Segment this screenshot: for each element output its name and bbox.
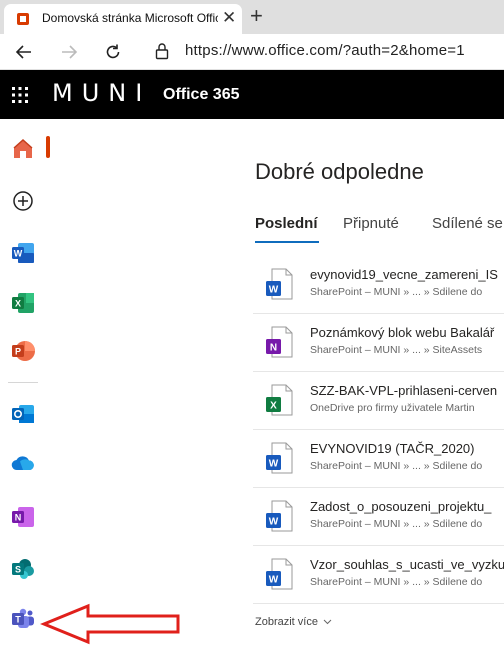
app-launcher-icon[interactable] — [11, 86, 29, 104]
svg-text:T: T — [15, 615, 21, 625]
file-row[interactable]: W EVYNOVID19 (TAČR_2020) SharePoint – MU… — [253, 430, 504, 488]
onenote-icon: N — [12, 507, 34, 527]
tab-title: Domovská stránka Microsoft Office — [42, 11, 218, 25]
file-location: SharePoint – MUNI » ... » Sdilene do — [310, 286, 483, 298]
file-row[interactable]: X SZZ-BAK-VPL-prihlaseni-cerven OneDrive… — [253, 372, 504, 430]
teams-icon: T — [12, 608, 34, 628]
sharepoint-icon: S — [12, 559, 34, 579]
app-title[interactable]: Office 365 — [163, 86, 239, 104]
forward-arrow-icon — [62, 45, 78, 59]
powerpoint-icon: P — [12, 341, 35, 361]
file-name: Poznámkový blok webu Bakalář — [310, 325, 495, 340]
show-more-label: Zobrazit více — [255, 616, 318, 628]
excel-icon: X — [12, 293, 34, 313]
suite-header: MUNI Office 365 — [0, 70, 504, 119]
refresh-icon — [106, 44, 120, 59]
muni-logo[interactable]: MUNI — [52, 79, 151, 107]
svg-text:W: W — [269, 517, 279, 528]
word-file-icon: W — [266, 442, 293, 474]
rail-create[interactable] — [0, 181, 46, 221]
home-icon — [13, 138, 33, 158]
refresh-button[interactable] — [99, 38, 127, 66]
tab-shared[interactable]: Sdílené se — [432, 215, 503, 232]
file-name: EVYNOVID19 (TAČR_2020) — [310, 441, 475, 456]
svg-text:S: S — [15, 565, 21, 575]
rail-word[interactable]: W — [0, 233, 46, 273]
svg-text:N: N — [270, 343, 277, 354]
svg-text:W: W — [269, 285, 279, 296]
svg-text:P: P — [15, 347, 21, 357]
outlook-icon — [12, 405, 34, 423]
svg-text:X: X — [270, 401, 277, 412]
svg-text:W: W — [14, 249, 23, 259]
tab-recent[interactable]: Poslední — [255, 215, 318, 232]
rail-divider — [8, 382, 38, 383]
file-location: SharePoint – MUNI » ... » SiteAssets — [310, 344, 483, 356]
onedrive-icon — [11, 456, 34, 471]
file-location: OneDrive pro firmy uživatele Martin — [310, 402, 475, 414]
rail-home[interactable] — [0, 129, 46, 169]
browser-tab[interactable]: Domovská stránka Microsoft Office ✕ — [4, 4, 242, 34]
browser-tabstrip: Domovská stránka Microsoft Office ✕ + — [0, 0, 504, 34]
annotation-arrow-icon — [40, 603, 180, 645]
create-icon — [13, 191, 33, 211]
file-location: SharePoint – MUNI » ... » Sdilene do — [310, 576, 483, 588]
rail-outlook[interactable] — [0, 394, 46, 434]
excel-file-icon: X — [266, 384, 293, 416]
back-arrow-icon — [15, 45, 31, 59]
file-name: Vzor_souhlas_s_ucasti_ve_vyzku — [310, 557, 504, 572]
address-bar-row: https://www.office.com/?auth=2&home=1 — [0, 34, 504, 70]
active-tab-underline — [255, 241, 319, 243]
word-file-icon: W — [266, 500, 293, 532]
svg-text:N: N — [15, 513, 22, 523]
chevron-down-icon — [323, 619, 332, 625]
rail-onenote[interactable]: N — [0, 497, 46, 537]
back-button[interactable] — [10, 38, 38, 66]
app-rail: W X P N S T — [0, 119, 50, 650]
show-more-link[interactable]: Zobrazit více — [255, 616, 332, 628]
lock-icon[interactable] — [155, 42, 169, 60]
rail-excel[interactable]: X — [0, 283, 46, 323]
rail-sharepoint[interactable]: S — [0, 549, 46, 589]
file-location: SharePoint – MUNI » ... » Sdilene do — [310, 518, 483, 530]
word-icon: W — [12, 243, 34, 263]
word-file-icon: W — [266, 268, 293, 300]
forward-button[interactable] — [55, 38, 83, 66]
file-row[interactable]: W evynovid19_vecne_zamereni_IS SharePoin… — [253, 256, 504, 314]
file-row[interactable]: W Zadost_o_posouzeni_projektu_ SharePoin… — [253, 488, 504, 546]
file-list: W evynovid19_vecne_zamereni_IS SharePoin… — [253, 256, 504, 604]
office-favicon-icon — [17, 13, 29, 25]
onenote-file-icon: N — [266, 326, 293, 358]
word-file-icon: W — [266, 558, 293, 590]
tab-pinned[interactable]: Připnuté — [343, 215, 399, 232]
greeting-heading: Dobré odpoledne — [255, 159, 424, 184]
new-tab-button[interactable]: + — [250, 3, 263, 29]
active-indicator — [46, 136, 50, 158]
svg-text:W: W — [269, 575, 279, 586]
svg-text:W: W — [269, 459, 279, 470]
rail-powerpoint[interactable]: P — [0, 331, 46, 371]
file-row[interactable]: N Poznámkový blok webu Bakalář SharePoin… — [253, 314, 504, 372]
file-name: SZZ-BAK-VPL-prihlaseni-cerven — [310, 383, 498, 398]
file-name: evynovid19_vecne_zamereni_IS — [310, 267, 498, 282]
file-name: Zadost_o_posouzeni_projektu_ — [310, 499, 492, 514]
file-row[interactable]: W Vzor_souhlas_s_ucasti_ve_vyzku SharePo… — [253, 546, 504, 604]
svg-text:X: X — [15, 299, 21, 309]
rail-onedrive[interactable] — [0, 443, 46, 483]
close-tab-icon[interactable]: ✕ — [222, 8, 236, 28]
file-location: SharePoint – MUNI » ... » Sdilene do — [310, 460, 483, 472]
url-field[interactable]: https://www.office.com/?auth=2&home=1 — [185, 42, 465, 59]
